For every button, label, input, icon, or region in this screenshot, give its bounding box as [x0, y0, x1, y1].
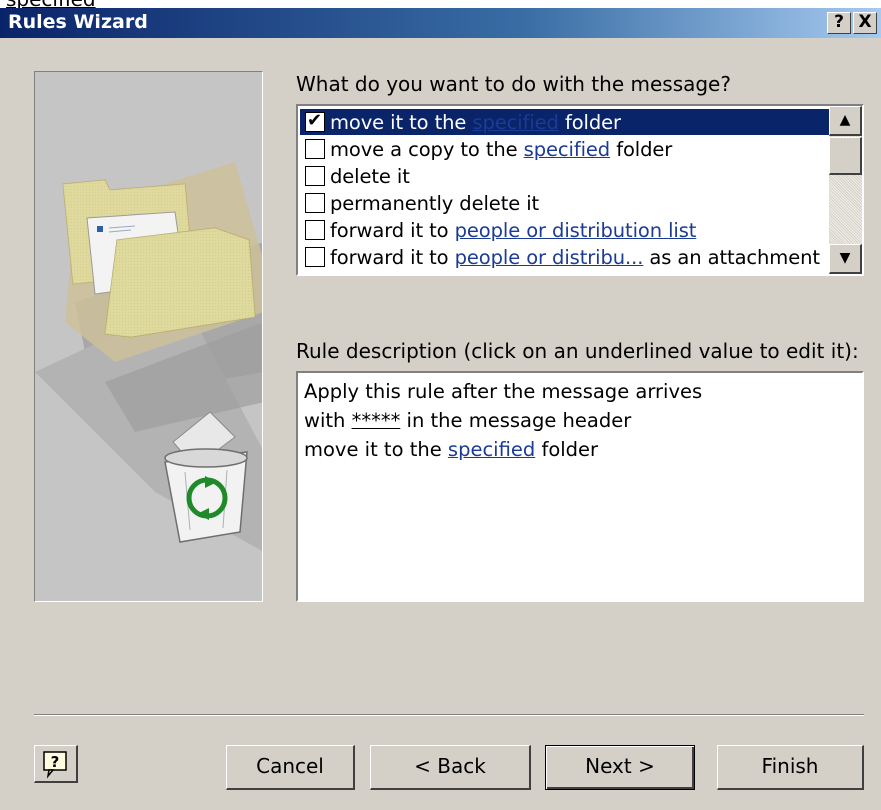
- folders-and-recycle-bin-illustration: [35, 72, 262, 601]
- title-close-button[interactable]: X: [853, 12, 877, 34]
- actions-list: move it to the specified foldermove a co…: [298, 106, 829, 274]
- scroll-up-arrow-icon[interactable]: ▲: [829, 106, 862, 136]
- description-line-3-prefix: move it to the: [304, 438, 448, 461]
- action-label-text: move a copy to the: [330, 137, 524, 161]
- scroll-down-arrow-icon[interactable]: ▼: [829, 244, 862, 274]
- actions-scrollbar[interactable]: ▲ ▼: [829, 106, 862, 274]
- action-label-text: forward it to: [330, 245, 455, 269]
- action-label: delete it: [330, 165, 410, 188]
- action-item[interactable]: move a copy to the specified folder: [300, 136, 829, 162]
- action-value-link[interactable]: specified: [524, 138, 611, 161]
- next-button[interactable]: Next >: [545, 745, 695, 790]
- action-label-text: permanently delete it: [330, 191, 540, 215]
- dialog-body: What do you want to do with the message?…: [0, 38, 881, 810]
- action-label-text: folder: [610, 137, 673, 161]
- action-value-link[interactable]: people or distribution list: [455, 219, 697, 242]
- action-value-link[interactable]: people or distribu...: [455, 246, 644, 269]
- illustration-panel: [34, 71, 263, 602]
- background-text-strip: the specified folde: [0, 0, 881, 8]
- action-item[interactable]: move it to the specified folder: [300, 109, 829, 135]
- action-label-text: as an attachment: [643, 245, 820, 269]
- action-label: forward it to people or distribu... as a…: [330, 246, 820, 269]
- action-item[interactable]: forward it to people or distribution lis…: [300, 217, 829, 243]
- rule-description-box: Apply this rule after the message arrive…: [296, 371, 864, 602]
- description-line-1: Apply this rule after the message arrive…: [304, 380, 703, 403]
- header-text-value-link[interactable]: *****: [352, 409, 401, 432]
- action-label-text: forward it to: [330, 218, 455, 242]
- svg-text:?: ?: [51, 753, 60, 771]
- action-checkbox[interactable]: [305, 139, 325, 159]
- finish-button[interactable]: Finish: [717, 745, 864, 790]
- description-line-2: with ***** in the message header: [304, 406, 856, 435]
- back-button[interactable]: < Back: [370, 745, 531, 790]
- help-icon: ?: [43, 751, 67, 779]
- action-checkbox[interactable]: [305, 110, 325, 132]
- action-checkbox[interactable]: [305, 193, 325, 213]
- action-label: move a copy to the specified folder: [330, 138, 672, 161]
- action-checkbox[interactable]: [305, 166, 325, 186]
- action-label: move it to the specified folder: [330, 111, 621, 134]
- action-value-link[interactable]: specified: [472, 111, 559, 134]
- background-text: the specified folde: [6, 0, 96, 8]
- actions-listbox[interactable]: move it to the specified foldermove a co…: [296, 104, 864, 276]
- rule-description-label: Rule description (click on an underlined…: [296, 339, 859, 363]
- window-title: Rules Wizard: [8, 11, 148, 33]
- action-checkbox[interactable]: [305, 247, 325, 267]
- description-line-3-suffix: folder: [535, 438, 599, 461]
- scrollbar-thumb[interactable]: [829, 137, 862, 175]
- action-label: forward it to people or distribution lis…: [330, 219, 696, 242]
- description-line-2-prefix: with: [304, 409, 352, 432]
- action-label-text: folder: [558, 110, 621, 134]
- action-checkbox[interactable]: [305, 220, 325, 240]
- cancel-button[interactable]: Cancel: [226, 745, 355, 790]
- description-line-3: move it to the specified folder: [304, 435, 856, 464]
- specified-folder-link[interactable]: specified: [448, 438, 535, 461]
- action-label-text: move it to the: [330, 110, 473, 134]
- description-line-2-suffix: in the message header: [400, 409, 632, 432]
- footer-separator: [34, 714, 864, 716]
- action-item[interactable]: permanently delete it: [300, 190, 829, 216]
- action-item[interactable]: forward it to people or distribu... as a…: [300, 244, 829, 270]
- title-bar: Rules Wizard ? X: [0, 8, 881, 38]
- help-button[interactable]: ?: [34, 745, 78, 783]
- action-label: permanently delete it: [330, 192, 539, 215]
- action-item[interactable]: delete it: [300, 163, 829, 189]
- title-help-button[interactable]: ?: [827, 12, 851, 34]
- actions-prompt: What do you want to do with the message?: [296, 72, 731, 96]
- action-label-text: delete it: [330, 164, 410, 188]
